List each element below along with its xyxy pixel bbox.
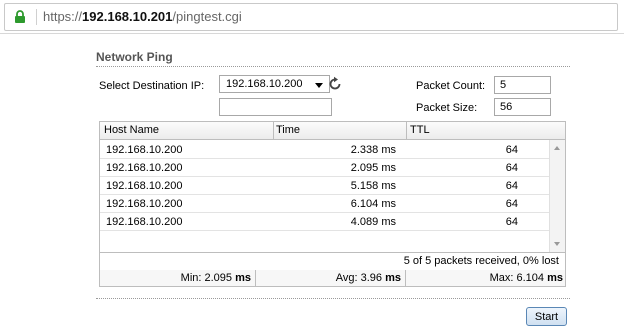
page-title: Network Ping [96,50,173,64]
table-summary-row: 5 of 5 packets received, 0% lost [100,252,565,271]
max-stat: Max: 6.104 ms [490,272,563,284]
results-table: Host Name Time TTL 192.168.10.200 2.338 … [99,121,566,287]
lock-icon [15,10,25,23]
cell-ttl: 64 [505,144,518,156]
table-row[interactable]: 192.168.10.200 2.338 ms 64 [100,141,549,159]
destination-value: 192.168.10.200 [226,78,303,90]
cell-time: 6.104 ms [350,198,396,210]
scroll-up-icon[interactable] [554,146,560,150]
refresh-icon[interactable] [327,76,343,92]
cell-ttl: 64 [505,198,518,210]
min-unit: ms [235,272,251,284]
col-ttl[interactable]: TTL [410,124,430,136]
table-row[interactable]: 192.168.10.200 4.089 ms 64 [100,213,549,231]
browser-address-bar: https://192.168.10.201/pingtest.cgi [0,0,624,34]
table-row[interactable]: 192.168.10.200 2.095 ms 64 [100,159,549,177]
custom-destination-input[interactable] [219,98,332,116]
table-header: Host Name Time TTL [100,122,565,140]
destination-select[interactable]: 192.168.10.200 [219,75,330,93]
url-text[interactable]: https://192.168.10.201/pingtest.cgi [43,9,242,24]
cell-host: 192.168.10.200 [106,180,183,192]
cell-host: 192.168.10.200 [106,144,183,156]
col-host-name[interactable]: Host Name [104,124,159,136]
cell-ttl: 64 [505,180,518,192]
min-value: Min: 2.095 [180,272,233,284]
footer-divider [96,298,570,299]
destination-label: Select Destination IP: [99,80,205,92]
cell-time: 4.089 ms [350,216,396,228]
col-time[interactable]: Time [276,124,300,136]
avg-stat: Avg: 3.96 ms [336,272,401,284]
url-input[interactable]: https://192.168.10.201/pingtest.cgi [4,3,618,31]
packet-size-input[interactable]: 56 [494,98,551,116]
min-stat: Min: 2.095 ms [181,272,251,284]
max-unit: ms [547,272,563,284]
scroll-down-icon[interactable] [554,242,560,246]
table-row[interactable]: 192.168.10.200 6.104 ms 64 [100,195,549,213]
cell-ttl: 64 [505,216,518,228]
url-divider [36,9,37,25]
avg-unit: ms [385,272,401,284]
stat-separator [255,270,256,286]
column-separator [273,122,274,139]
cell-host: 192.168.10.200 [106,198,183,210]
stat-separator [405,270,406,286]
cell-time: 5.158 ms [350,180,396,192]
chevron-down-icon [315,83,323,88]
title-divider [96,66,570,67]
max-value: Max: 6.104 [489,272,545,284]
start-button[interactable]: Start [526,307,567,326]
packet-size-label: Packet Size: [416,102,478,114]
table-scrollbar[interactable] [549,140,565,252]
packet-count-input[interactable]: 5 [494,76,551,94]
cell-time: 2.095 ms [350,162,396,174]
cell-ttl: 64 [505,162,518,174]
cell-host: 192.168.10.200 [106,216,183,228]
cell-time: 2.338 ms [350,144,396,156]
packet-count-label: Packet Count: [416,80,486,92]
column-separator [406,122,407,139]
cell-host: 192.168.10.200 [106,162,183,174]
avg-value: Avg: 3.96 [335,272,383,284]
table-row[interactable]: 192.168.10.200 5.158 ms 64 [100,177,549,195]
packets-summary: 5 of 5 packets received, 0% lost [403,255,559,267]
url-host: 192.168.10.201 [82,9,173,24]
table-stats-row: Min: 2.095 ms Avg: 3.96 ms Max: 6.104 ms [100,270,565,286]
url-path: /pingtest.cgi [172,9,242,24]
url-prefix: https:// [43,9,83,24]
